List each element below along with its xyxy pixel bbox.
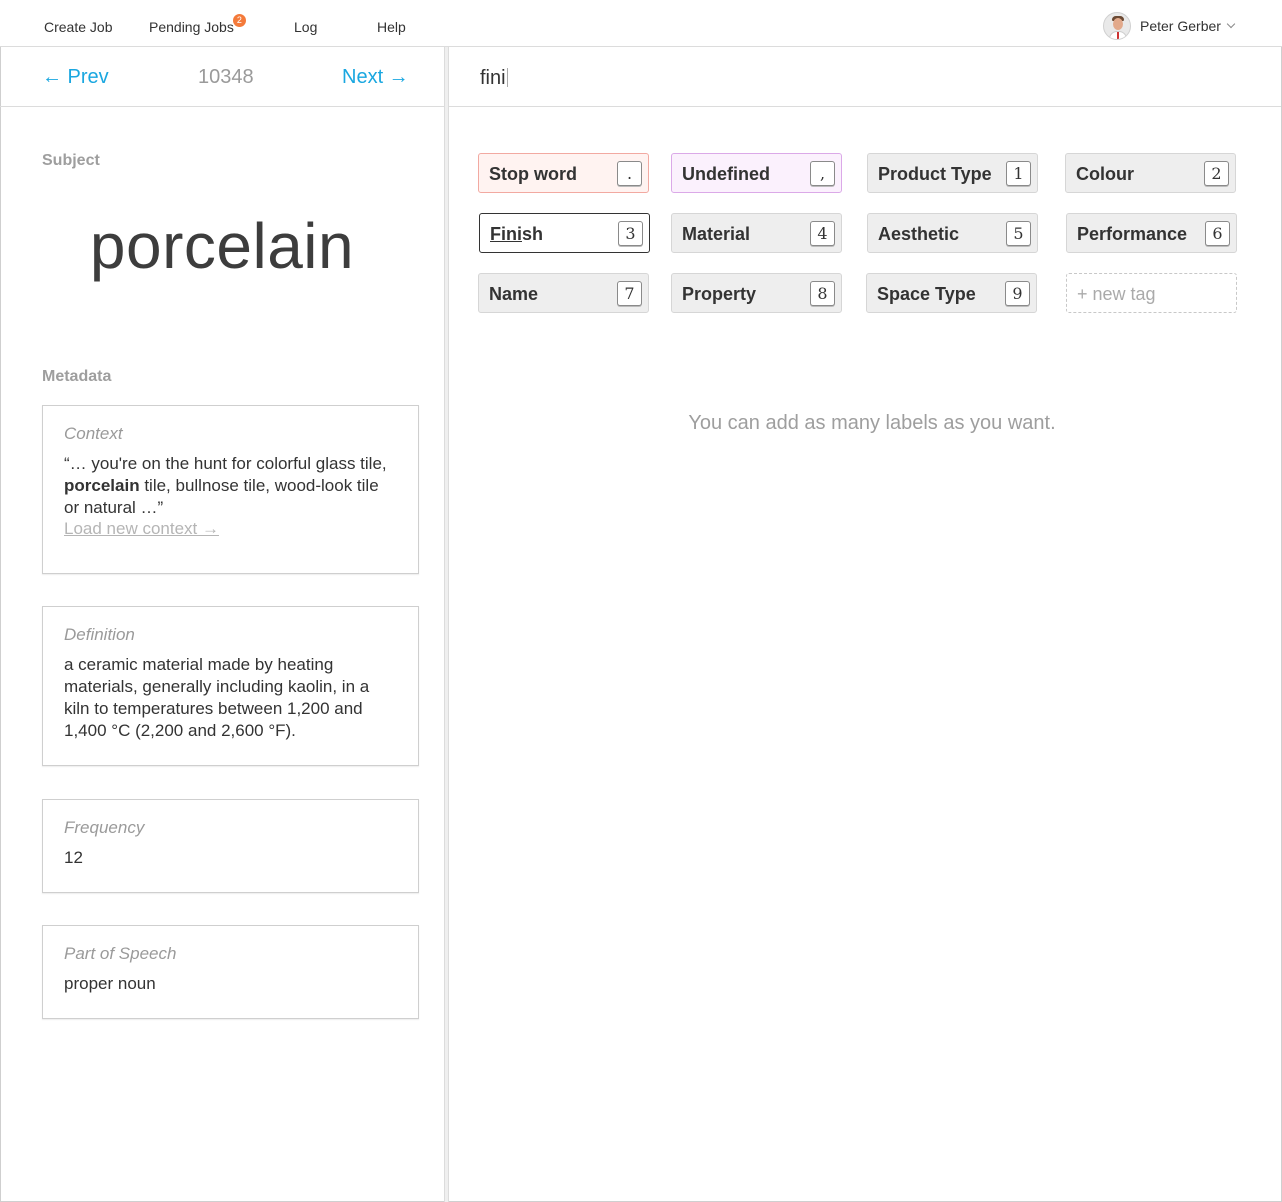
tag-label: Colour bbox=[1076, 164, 1134, 184]
part-of-speech-title: Part of Speech bbox=[64, 944, 177, 963]
part-of-speech-card: Part of Speech proper noun bbox=[42, 925, 419, 1019]
frequency-value: 12 bbox=[64, 848, 83, 867]
chevron-down-icon bbox=[1226, 19, 1236, 29]
frequency-title: Frequency bbox=[64, 818, 145, 837]
panel-splitter[interactable] bbox=[445, 47, 449, 1202]
new-tag-button[interactable]: + new tag bbox=[1066, 273, 1237, 313]
tag-label: Aesthetic bbox=[878, 224, 960, 244]
user-name: Peter Gerber bbox=[1140, 18, 1221, 34]
tag-finish[interactable]: Finish 3 bbox=[479, 213, 650, 253]
subject-label: Subject bbox=[42, 152, 100, 169]
top-nav: Create Job Pending Jobs 2 Log Help Peter… bbox=[0, 0, 1282, 47]
definition-card: Definition a ceramic material made by he… bbox=[42, 606, 419, 766]
tag-material[interactable]: Material 4 bbox=[671, 213, 842, 253]
shortcut-key: 6 bbox=[1205, 221, 1230, 246]
shortcut-key: 4 bbox=[810, 221, 835, 246]
tag-label: Property bbox=[682, 284, 757, 304]
context-title: Context bbox=[64, 424, 123, 443]
tag-product-type[interactable]: Product Type 1 bbox=[867, 153, 1038, 193]
shortcut-key: 9 bbox=[1005, 281, 1030, 306]
shortcut-key: 2 bbox=[1204, 161, 1229, 186]
tag-performance[interactable]: Performance 6 bbox=[1066, 213, 1237, 253]
search-match: Fini bbox=[490, 224, 522, 244]
definition-title: Definition bbox=[64, 625, 135, 644]
tag-label: Product Type bbox=[878, 164, 992, 184]
tag-stop-word[interactable]: Stop word . bbox=[478, 153, 649, 193]
pager: ← Prev 10348 Next → bbox=[0, 47, 444, 107]
tag-label: Finish bbox=[490, 224, 544, 244]
tag-label: Performance bbox=[1077, 224, 1188, 244]
shortcut-key: 7 bbox=[617, 281, 642, 306]
nav-log[interactable]: Log bbox=[294, 19, 317, 35]
part-of-speech-value: proper noun bbox=[64, 974, 156, 993]
context-highlight: porcelain bbox=[64, 476, 140, 495]
tag-label: Undefined bbox=[682, 164, 770, 184]
user-menu[interactable]: Peter Gerber bbox=[1103, 12, 1236, 40]
tag-aesthetic[interactable]: Aesthetic 5 bbox=[867, 213, 1038, 253]
subject-term: porcelain bbox=[89, 210, 355, 282]
prev-button[interactable]: ← Prev bbox=[42, 66, 109, 89]
tag-label: Space Type bbox=[877, 284, 976, 304]
context-text: “… you're on the hunt for colorful glass… bbox=[64, 454, 387, 517]
new-tag-label: + new tag bbox=[1077, 284, 1156, 304]
tag-label: Stop word bbox=[489, 164, 577, 184]
tag-undefined[interactable]: Undefined , bbox=[671, 153, 842, 193]
shortcut-key: , bbox=[810, 161, 835, 186]
tag-name[interactable]: Name 7 bbox=[478, 273, 649, 313]
definition-text: a ceramic material made by heating mater… bbox=[64, 655, 370, 740]
tag-label: Material bbox=[682, 224, 751, 244]
context-card: Context “… you're on the hunt for colorf… bbox=[42, 405, 419, 574]
left-panel: ← Prev 10348 Next → Subject porcelain Me… bbox=[0, 47, 445, 1202]
empty-hint: You can add as many labels as you want. bbox=[688, 412, 1056, 434]
pending-count-badge: 2 bbox=[232, 14, 246, 27]
nav-pending-jobs[interactable]: Pending Jobs 2 bbox=[149, 14, 246, 35]
shortcut-key: 3 bbox=[618, 221, 643, 246]
nav-create-job[interactable]: Create Job bbox=[44, 19, 112, 35]
tag-property[interactable]: Property 8 bbox=[671, 273, 842, 313]
frequency-card: Frequency 12 bbox=[42, 799, 419, 893]
tag-search-input[interactable]: fini bbox=[480, 67, 508, 90]
shortcut-key: 8 bbox=[810, 281, 835, 306]
shortcut-key: 1 bbox=[1006, 161, 1031, 186]
tag-search-bar[interactable]: fini bbox=[449, 47, 1281, 107]
load-new-context-link[interactable]: Load new context → bbox=[64, 519, 219, 539]
shortcut-key: . bbox=[617, 161, 642, 186]
avatar bbox=[1103, 12, 1131, 40]
nav-pending-jobs-label: Pending Jobs bbox=[149, 19, 234, 35]
nav-help[interactable]: Help bbox=[377, 19, 406, 35]
tag-label: Name bbox=[489, 284, 539, 304]
tag-space-type[interactable]: Space Type 9 bbox=[866, 273, 1037, 313]
tag-colour[interactable]: Colour 2 bbox=[1065, 153, 1236, 193]
next-button[interactable]: Next → bbox=[342, 66, 409, 89]
item-id: 10348 bbox=[198, 66, 254, 88]
metadata-label: Metadata bbox=[42, 368, 112, 385]
text-caret bbox=[506, 68, 508, 87]
shortcut-key: 5 bbox=[1006, 221, 1031, 246]
